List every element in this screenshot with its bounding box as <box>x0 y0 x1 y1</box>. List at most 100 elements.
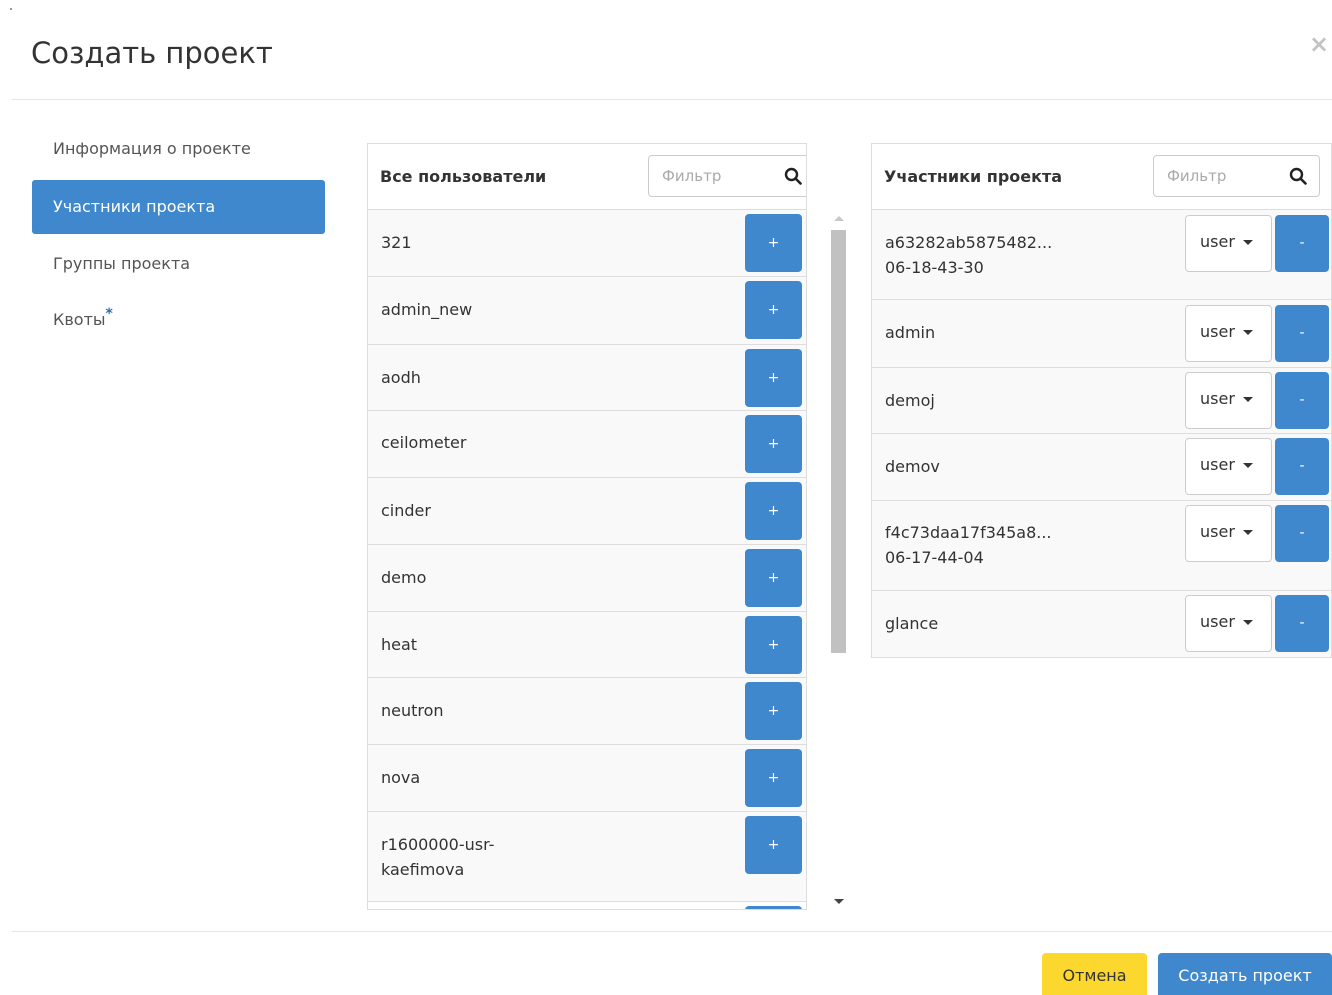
member-name: f4c73daa17f345a8... 06-17-44-04 <box>885 520 1052 570</box>
role-value: user <box>1200 322 1235 341</box>
cancel-button[interactable]: Отмена <box>1042 953 1147 995</box>
member-row: demov user - <box>872 434 1331 501</box>
member-row: glance user - <box>872 591 1331 657</box>
role-value: user <box>1200 232 1235 251</box>
nav-item-project-info[interactable]: Информация о проекте <box>32 122 325 176</box>
scroll-up-arrow-icon[interactable] <box>834 216 844 221</box>
user-row: r1600000-usr- kaefimova + <box>368 812 806 902</box>
user-name: admin_new <box>381 300 473 319</box>
nav-item-label: Участники проекта <box>53 197 216 216</box>
user-name: cinder <box>381 501 431 520</box>
user-name: ceilometer <box>381 433 467 452</box>
member-name: demoj <box>885 391 935 410</box>
nav-item-label: Информация о проекте <box>53 139 251 158</box>
add-user-button[interactable]: + <box>745 616 802 674</box>
caret-down-icon <box>1242 330 1253 335</box>
user-name: r1600000-usr- kaefimova <box>381 832 494 882</box>
add-user-button[interactable]: + <box>745 415 802 473</box>
user-name: nova <box>381 768 421 787</box>
user-name: aodh <box>381 368 421 387</box>
header-divider <box>12 99 1332 100</box>
add-user-button[interactable]: + <box>745 482 802 540</box>
caret-down-icon <box>1242 240 1253 245</box>
remove-member-button[interactable]: - <box>1275 372 1329 429</box>
add-user-button[interactable]: + <box>745 214 802 272</box>
footer-divider <box>12 931 1332 932</box>
users-scrollbar[interactable] <box>829 212 848 910</box>
members-header: Участники проекта <box>872 144 1331 210</box>
nav-item-label: Группы проекта <box>53 254 191 273</box>
role-value: user <box>1200 522 1235 541</box>
user-name: 321 <box>381 233 412 252</box>
all-users-panel: Все пользователи 321 + admin_new + aodh … <box>367 143 807 910</box>
caret-down-icon <box>1242 397 1253 402</box>
member-name: a63282ab5875482... 06-18-43-30 <box>885 230 1052 280</box>
caret-down-icon <box>1242 620 1253 625</box>
role-value: user <box>1200 455 1235 474</box>
member-name-line1: f4c73daa17f345a8... <box>885 523 1052 542</box>
user-name: neutron <box>381 701 444 720</box>
role-dropdown[interactable]: user <box>1185 372 1272 429</box>
search-icon[interactable] <box>1289 167 1307 185</box>
caret-down-icon <box>1242 530 1253 535</box>
modal-title: Создать проект <box>31 36 273 70</box>
user-name-line2: kaefimova <box>381 860 465 879</box>
member-name-line2: 06-17-44-04 <box>885 548 984 567</box>
members-panel: Участники проекта a63282ab5875482... 06-… <box>871 143 1332 658</box>
role-value: user <box>1200 612 1235 631</box>
remove-member-button[interactable]: - <box>1275 305 1329 362</box>
user-row: neutron + <box>368 678 806 745</box>
add-user-button[interactable] <box>745 906 802 909</box>
add-user-button[interactable]: + <box>745 349 802 407</box>
scroll-thumb[interactable] <box>831 230 846 653</box>
all-users-header: Все пользователи <box>368 144 806 210</box>
member-name: admin <box>885 323 936 342</box>
close-icon[interactable]: × <box>1309 32 1329 56</box>
role-dropdown[interactable]: user <box>1185 438 1272 495</box>
user-row: aodh + <box>368 345 806 411</box>
member-name: demov <box>885 457 940 476</box>
add-user-button[interactable]: + <box>745 549 802 607</box>
user-name-line1: r1600000-usr- <box>381 835 495 854</box>
nav-item-quotas[interactable]: Квоты* <box>32 293 325 347</box>
member-row: f4c73daa17f345a8... 06-17-44-04 user - <box>872 501 1331 591</box>
remove-member-button[interactable]: - <box>1275 438 1329 495</box>
user-row: nova + <box>368 745 806 812</box>
role-dropdown[interactable]: user <box>1185 505 1272 562</box>
member-row: admin user - <box>872 300 1331 368</box>
add-user-button[interactable]: + <box>745 749 802 807</box>
member-row: demoj user - <box>872 368 1331 434</box>
role-dropdown[interactable]: user <box>1185 215 1272 272</box>
user-row: ceilometer + <box>368 411 806 478</box>
member-name: glance <box>885 614 939 633</box>
add-user-button[interactable]: + <box>745 281 802 339</box>
member-name-line1: a63282ab5875482... <box>885 233 1053 252</box>
nav-item-label: Квоты <box>53 310 106 329</box>
user-row: demo + <box>368 545 806 612</box>
remove-member-button[interactable]: - <box>1275 215 1329 272</box>
add-user-button[interactable]: + <box>745 816 802 874</box>
remove-member-button[interactable]: - <box>1275 595 1329 652</box>
all-users-filter <box>648 155 806 197</box>
user-row: 321 + <box>368 210 806 277</box>
members-filter <box>1153 155 1320 197</box>
role-value: user <box>1200 389 1235 408</box>
all-users-filter-input[interactable] <box>649 156 774 196</box>
search-icon[interactable] <box>784 167 802 185</box>
user-name: heat <box>381 635 418 654</box>
member-row: a63282ab5875482... 06-18-43-30 user - <box>872 210 1331 300</box>
nav-item-project-groups[interactable]: Группы проекта <box>32 237 325 291</box>
user-row: cinder + <box>368 478 806 545</box>
corner-dot <box>10 8 12 10</box>
members-title: Участники проекта <box>884 167 1063 186</box>
role-dropdown[interactable]: user <box>1185 595 1272 652</box>
remove-member-button[interactable]: - <box>1275 505 1329 562</box>
members-filter-input[interactable] <box>1154 156 1279 196</box>
role-dropdown[interactable]: user <box>1185 305 1272 362</box>
add-user-button[interactable]: + <box>745 682 802 740</box>
user-row-partial <box>368 902 806 909</box>
create-project-button[interactable]: Создать проект <box>1158 953 1332 995</box>
all-users-title: Все пользователи <box>380 167 547 186</box>
nav-item-project-members[interactable]: Участники проекта <box>32 180 325 234</box>
scroll-down-arrow-icon[interactable] <box>834 899 844 904</box>
